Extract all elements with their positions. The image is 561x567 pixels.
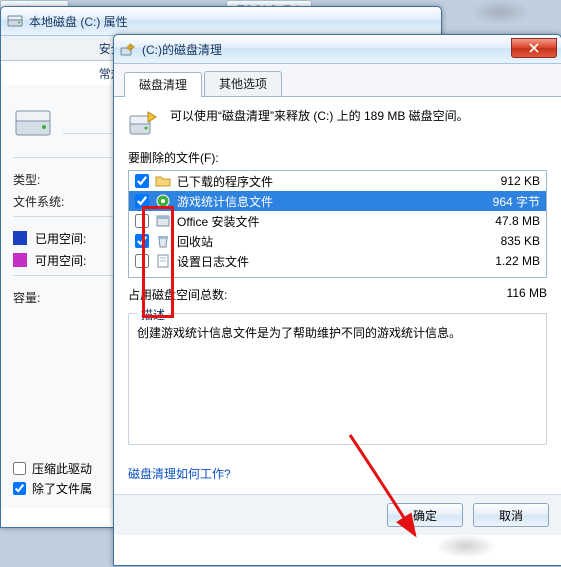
disk-cleanup-window: (C:)的磁盘清理 磁盘清理 其他选项 可以使用“磁盘清理”来释放 (C:) 上…	[113, 34, 561, 566]
file-row[interactable]: Office 安装文件47.8 MB	[129, 211, 546, 231]
file-row[interactable]: 游戏统计信息文件964 字节	[129, 191, 546, 211]
file-size: 912 KB	[456, 174, 540, 188]
description-group: 描述 创建游戏统计信息文件是为了帮助维护不同的游戏统计信息。	[128, 313, 547, 445]
file-row[interactable]: 回收站835 KB	[129, 231, 546, 251]
file-list[interactable]: 已下载的程序文件912 KB游戏统计信息文件964 字节Office 安装文件4…	[128, 170, 547, 278]
file-name: Office 安装文件	[177, 213, 456, 230]
file-checkbox[interactable]	[135, 214, 149, 228]
properties-titlebar[interactable]: 本地磁盘 (C:) 属性	[1, 7, 441, 36]
properties-title: 本地磁盘 (C:) 属性	[29, 13, 437, 30]
file-name: 游戏统计信息文件	[177, 193, 456, 210]
dialog-tabstrip: 磁盘清理 其他选项	[114, 64, 561, 97]
file-name: 已下载的程序文件	[177, 173, 456, 190]
cleanup-icon	[120, 41, 136, 57]
how-does-it-work-link[interactable]: 磁盘清理如何工作?	[128, 465, 231, 482]
annotation-smudge	[470, 0, 530, 24]
intro-text: 可以使用“磁盘清理”来释放 (C:) 上的 189 MB 磁盘空间。	[170, 107, 469, 125]
description-text: 创建游戏统计信息文件是为了帮助维护不同的游戏统计信息。	[137, 324, 538, 342]
cleanup-large-icon	[128, 107, 160, 139]
file-checkbox[interactable]	[135, 174, 149, 188]
files-to-delete-label: 要删除的文件(F):	[128, 149, 547, 166]
file-size: 47.8 MB	[456, 214, 540, 228]
file-size: 964 字节	[456, 193, 540, 210]
file-size: 1.22 MB	[456, 254, 540, 268]
file-checkbox[interactable]	[135, 194, 149, 208]
tab-more-options[interactable]: 其他选项	[204, 71, 282, 96]
total-value: 116 MB	[457, 286, 547, 303]
close-icon	[529, 43, 539, 53]
dialog-body: 可以使用“磁盘清理”来释放 (C:) 上的 189 MB 磁盘空间。 要删除的文…	[114, 97, 561, 494]
disk-cleanup-titlebar[interactable]: (C:)的磁盘清理	[114, 35, 561, 64]
close-button[interactable]	[511, 38, 557, 58]
tab-disk-cleanup[interactable]: 磁盘清理	[124, 72, 202, 97]
disk-cleanup-title: (C:)的磁盘清理	[142, 41, 511, 58]
file-checkbox[interactable]	[135, 254, 149, 268]
file-row[interactable]: 设置日志文件1.22 MB	[129, 251, 546, 271]
description-legend: 描述	[137, 306, 169, 324]
file-name: 设置日志文件	[177, 253, 456, 270]
drive-large-icon	[13, 103, 53, 143]
total-row: 占用磁盘空间总数: 116 MB	[128, 286, 547, 303]
file-name: 回收站	[177, 233, 456, 250]
file-size: 835 KB	[456, 234, 540, 248]
ok-button[interactable]: 确定	[387, 503, 463, 527]
file-checkbox[interactable]	[135, 234, 149, 248]
dialog-button-bar: 确定 取消	[114, 494, 561, 535]
drive-icon	[7, 13, 23, 29]
file-row[interactable]: 已下载的程序文件912 KB	[129, 171, 546, 191]
cancel-button[interactable]: 取消	[473, 503, 549, 527]
